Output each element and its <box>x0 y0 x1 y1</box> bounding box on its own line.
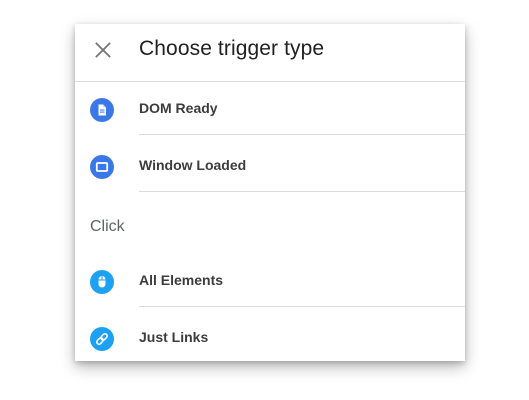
divider <box>139 191 465 192</box>
trigger-option-label: Window Loaded <box>139 157 247 173</box>
document-icon <box>90 98 114 122</box>
trigger-option-dom-ready[interactable]: DOM Ready <box>75 82 465 138</box>
trigger-option-label: All Elements <box>139 272 224 288</box>
dialog-header: Choose trigger type <box>75 24 465 82</box>
trigger-option-just-links[interactable]: Just Links <box>75 311 465 361</box>
close-button[interactable] <box>91 38 115 62</box>
divider <box>139 134 465 135</box>
divider <box>139 306 465 307</box>
window-icon <box>90 155 114 179</box>
trigger-type-dialog: Choose trigger type DOM Ready Window Loa… <box>75 24 465 361</box>
trigger-option-label: Just Links <box>139 329 209 345</box>
section-heading-click: Click <box>90 218 125 235</box>
close-icon <box>95 42 111 58</box>
link-icon <box>90 327 114 351</box>
trigger-option-window-loaded[interactable]: Window Loaded <box>75 139 465 195</box>
trigger-option-label: DOM Ready <box>139 100 218 116</box>
dialog-title: Choose trigger type <box>139 37 325 60</box>
mouse-icon <box>90 270 114 294</box>
trigger-option-all-elements[interactable]: All Elements <box>75 254 465 310</box>
